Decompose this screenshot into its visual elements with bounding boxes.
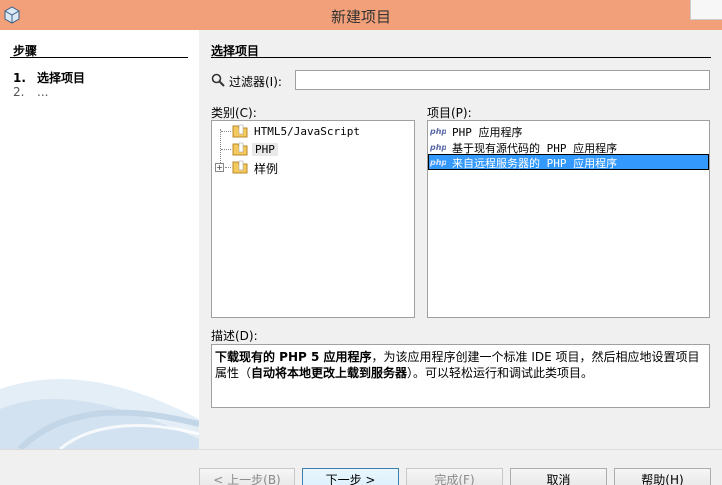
- window-title: 新建项目: [330, 8, 391, 26]
- steps-divider: [10, 57, 188, 58]
- list-item[interactable]: php PHP 应用程序: [428, 123, 709, 139]
- php-icon: php: [430, 143, 446, 152]
- description-bold-2: 自动将本地更改上载到服务器: [251, 366, 408, 380]
- list-item-label: PHP 应用程序: [452, 126, 523, 139]
- description-bold-1: 下载现有的 PHP 5 应用程序: [215, 350, 372, 364]
- php-icon: php: [430, 158, 446, 167]
- folder-icon: [232, 160, 248, 174]
- list-item-selected[interactable]: php 来自远程服务器的 PHP 应用程序: [428, 154, 709, 170]
- tree-node-html5[interactable]: HTML5/JavaScript: [212, 123, 412, 140]
- category-label: 类别(C):: [211, 106, 257, 120]
- svg-text:php: php: [430, 158, 446, 167]
- step-item-1: 1. 选择项目: [13, 69, 85, 86]
- svg-text:php: php: [430, 127, 446, 136]
- step-label: 选择项目: [37, 71, 86, 85]
- expand-icon[interactable]: +: [215, 163, 224, 172]
- search-icon: [211, 73, 225, 87]
- step-label: ...: [37, 85, 49, 99]
- close-button[interactable]: [690, 0, 722, 20]
- step-number: 1.: [13, 71, 26, 85]
- next-button[interactable]: 下一步 >: [302, 468, 399, 485]
- list-item[interactable]: php 基于现有源代码的 PHP 应用程序: [428, 139, 709, 155]
- list-item-label: 来自远程服务器的 PHP 应用程序: [452, 157, 618, 170]
- project-label: 项目(P):: [427, 106, 472, 120]
- back-button[interactable]: < 上一步(B): [199, 468, 295, 485]
- filter-input[interactable]: [295, 70, 710, 90]
- project-list[interactable]: php PHP 应用程序 php 基于现有源代码的 PHP 应用程序 php 来…: [427, 120, 710, 318]
- steps-panel: 步骤 1. 选择项目 2....: [0, 30, 199, 449]
- help-button[interactable]: 帮助(H): [614, 468, 711, 485]
- folder-icon: [232, 124, 248, 138]
- finish-button[interactable]: 完成(F): [406, 468, 503, 485]
- svg-text:php: php: [430, 143, 446, 152]
- tree-connector: [225, 167, 231, 168]
- filter-label: 过滤器(I):: [229, 75, 282, 89]
- description-text: 下载现有的 PHP 5 应用程序，为该应用程序创建一个标准 IDE 项目，然后相…: [211, 344, 710, 408]
- heading-divider: [211, 57, 711, 58]
- description-text-2: ）。可以轻松运行和调试此类项目。: [407, 366, 594, 380]
- description-label: 描述(D):: [211, 329, 258, 343]
- step-item-2: 2....: [13, 85, 48, 99]
- folder-icon: [232, 142, 248, 156]
- title-bar: 新建项目: [0, 0, 722, 30]
- category-tree[interactable]: HTML5/JavaScript PHP + 样例: [211, 120, 415, 318]
- tree-node-samples[interactable]: + 样例: [212, 159, 412, 176]
- decorative-swoosh-graphic: [0, 379, 199, 449]
- tree-node-label: PHP: [252, 143, 278, 156]
- php-icon: php: [430, 127, 446, 136]
- step-number: 2.: [13, 85, 25, 99]
- tree-connector: [221, 131, 231, 132]
- tree-node-label: 样例: [254, 162, 279, 176]
- cancel-button[interactable]: 取消: [510, 468, 607, 485]
- tree-node-label: HTML5/JavaScript: [254, 125, 360, 138]
- tree-node-php[interactable]: PHP: [212, 141, 412, 158]
- tree-connector: [221, 149, 231, 150]
